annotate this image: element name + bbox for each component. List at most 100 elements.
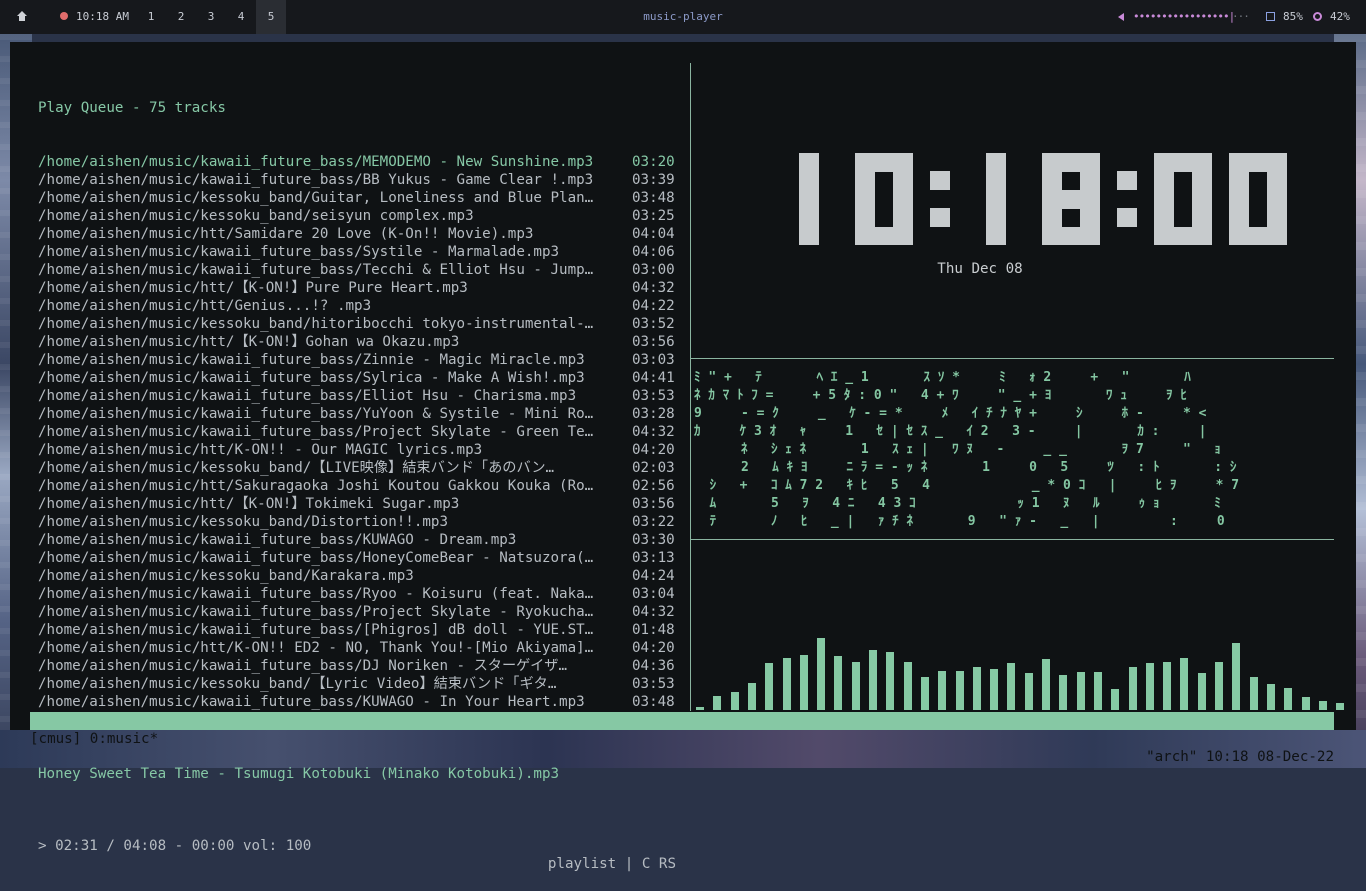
visualizer-bar: [1024, 673, 1033, 710]
track-path: /home/aishen/music/kawaii_future_bass/Pr…: [38, 424, 594, 440]
queue-row[interactable]: /home/aishen/music/kessoku_band/Karakara…: [38, 567, 693, 585]
workspace-2[interactable]: 2: [166, 0, 196, 34]
volume-slider-rest[interactable]: ···: [1232, 0, 1250, 34]
queue-row[interactable]: /home/aishen/music/kawaii_future_bass/Sy…: [38, 243, 693, 261]
visualizer-bar: [903, 662, 912, 710]
pane-divider-2[interactable]: [691, 539, 1334, 540]
queue-row[interactable]: /home/aishen/music/kawaii_future_bass/ME…: [38, 153, 693, 171]
queue-row[interactable]: /home/aishen/music/kessoku_band/Guitar, …: [38, 189, 693, 207]
track-duration: 03:48: [632, 694, 675, 710]
queue-row[interactable]: /home/aishen/music/kawaii_future_bass/[P…: [38, 621, 693, 639]
tmux-session[interactable]: [cmus] 0:music*: [30, 730, 158, 748]
queue-row[interactable]: /home/aishen/music/kessoku_band/hitoribo…: [38, 315, 693, 333]
visualizer-bar: [886, 652, 895, 710]
battery-level: 85%: [1283, 10, 1303, 23]
visualizer-bar: [990, 669, 999, 710]
track-path: /home/aishen/music/htt/【K-ON!】Gohan wa O…: [38, 334, 460, 350]
workspace-1[interactable]: 1: [136, 0, 166, 34]
visualizer-bar: [1093, 672, 1102, 710]
track-path: /home/aishen/music/kessoku_band/seisyun …: [38, 208, 474, 224]
queue-row[interactable]: /home/aishen/music/kawaii_future_bass/Ry…: [38, 585, 693, 603]
queue-row[interactable]: /home/aishen/music/kawaii_future_bass/Ho…: [38, 549, 693, 567]
track-path: /home/aishen/music/kawaii_future_bass/Te…: [38, 262, 594, 278]
track-path: /home/aishen/music/kawaii_future_bass/Sy…: [38, 244, 560, 260]
queue-row[interactable]: /home/aishen/music/kawaii_future_bass/Zi…: [38, 351, 693, 369]
queue-row[interactable]: /home/aishen/music/kawaii_future_bass/DJ…: [38, 657, 693, 675]
visualizer-bar: [1318, 701, 1327, 710]
visualizer-bar: [869, 650, 877, 710]
queue-row[interactable]: /home/aishen/music/kawaii_future_bass/Te…: [38, 261, 693, 279]
matrix-line: ﾃ ﾉ ﾋ _ | ｧ ﾁ ﾈ 9 " ｧ - _ | : 0: [694, 514, 1225, 529]
track-path: /home/aishen/music/htt/Samidare 20 Love …: [38, 226, 534, 242]
track-path: /home/aishen/music/kawaii_future_bass/KU…: [38, 694, 585, 710]
track-duration: 03:03: [632, 352, 675, 368]
track-path: /home/aishen/music/htt/【K-ON!】Tokimeki S…: [38, 496, 460, 512]
cpu-usage: 42%: [1330, 10, 1350, 23]
queue-row[interactable]: /home/aishen/music/kessoku_band/【LIVE映像】…: [38, 459, 693, 477]
workspace-4[interactable]: 4: [226, 0, 256, 34]
audio-visualizer: [694, 542, 1345, 710]
queue-row[interactable]: /home/aishen/music/kessoku_band/seisyun …: [38, 207, 693, 225]
track-duration: 04:04: [632, 226, 675, 242]
queue-row[interactable]: /home/aishen/music/kawaii_future_bass/Pr…: [38, 423, 693, 441]
visualizer-bar: [972, 667, 981, 710]
top-bar: 10:18 AM 1 2 3 4 5 music-player ••••••••…: [0, 0, 1366, 34]
queue-row[interactable]: /home/aishen/music/kawaii_future_bass/Pr…: [38, 603, 693, 621]
track-duration: 04:20: [632, 640, 675, 656]
track-path: /home/aishen/music/kawaii_future_bass/DJ…: [38, 658, 568, 674]
queue-row[interactable]: /home/aishen/music/kessoku_band/Distorti…: [38, 513, 693, 531]
visualizer-bar: [1076, 672, 1085, 710]
queue-row[interactable]: /home/aishen/music/htt/K-ON!! - Our MAGI…: [38, 441, 693, 459]
terminal-window[interactable]: Play Queue - 75 tracks /home/aishen/musi…: [10, 42, 1356, 872]
visualizer-bar: [696, 707, 704, 710]
track-path: /home/aishen/music/kawaii_future_bass/ME…: [38, 154, 594, 170]
visualizer-bar: [834, 656, 843, 710]
queue-row[interactable]: /home/aishen/music/htt/K-ON!! ED2 - NO, …: [38, 639, 693, 657]
track-path: /home/aishen/music/kawaii_future_bass/El…: [38, 388, 577, 404]
track-duration: 04:32: [632, 424, 675, 440]
track-duration: 03:53: [632, 676, 675, 692]
view-mode: playlist | C RS: [547, 856, 676, 872]
queue-row[interactable]: /home/aishen/music/kawaii_future_bass/El…: [38, 387, 693, 405]
workspace-5[interactable]: 5: [256, 0, 286, 34]
queue-row[interactable]: /home/aishen/music/htt/Samidare 20 Love …: [38, 225, 693, 243]
home-icon[interactable]: [16, 0, 32, 34]
queue-row[interactable]: /home/aishen/music/htt/【K-ON!】Tokimeki S…: [38, 495, 693, 513]
queue-row[interactable]: /home/aishen/music/htt/【K-ON!】Pure Pure …: [38, 279, 693, 297]
track-duration: 03:13: [632, 550, 675, 566]
matrix-line: 9 - = ｸ _ ｹ - = * ﾒ ｲ ﾁ ﾅ ﾔ + ｼ ﾎ - * <: [694, 406, 1207, 421]
track-path: /home/aishen/music/htt/Sakuragaoka Joshi…: [38, 478, 594, 494]
clock-label: 10:18 AM: [76, 10, 129, 23]
visualizer-bar: [851, 662, 860, 710]
visualizer-bar: [1197, 673, 1206, 710]
track-path: /home/aishen/music/kessoku_band/Distorti…: [38, 514, 448, 530]
track-path: /home/aishen/music/htt/K-ON!! ED2 - NO, …: [38, 640, 594, 656]
track-duration: 03:48: [632, 190, 675, 206]
visualizer-bar: [730, 692, 739, 710]
queue-row[interactable]: /home/aishen/music/htt/Genius...!? .mp3 0…: [38, 297, 693, 315]
track-path: /home/aishen/music/kawaii_future_bass/Yu…: [38, 406, 594, 422]
visualizer-bar: [1042, 659, 1050, 710]
cpu-icon: [1313, 12, 1322, 21]
track-path: /home/aishen/music/htt/【K-ON!】Pure Pure …: [38, 280, 468, 296]
track-path: /home/aishen/music/kawaii_future_bass/Ry…: [38, 586, 594, 602]
volume-slider[interactable]: •••••••••••••••••|: [1133, 0, 1235, 34]
visualizer-bar: [1180, 658, 1189, 710]
queue-row[interactable]: /home/aishen/music/kawaii_future_bass/Sy…: [38, 369, 693, 387]
queue-row[interactable]: /home/aishen/music/kawaii_future_bass/Yu…: [38, 405, 693, 423]
queue-row[interactable]: /home/aishen/music/kawaii_future_bass/BB…: [38, 171, 693, 189]
queue-row[interactable]: /home/aishen/music/htt/【K-ON!】Gohan wa O…: [38, 333, 693, 351]
track-path: /home/aishen/music/kawaii_future_bass/[P…: [38, 622, 594, 638]
pane-divider-1[interactable]: [691, 358, 1334, 359]
pane-divider-vertical[interactable]: [690, 63, 691, 711]
queue-row[interactable]: /home/aishen/music/kawaii_future_bass/KU…: [38, 531, 693, 549]
play-queue[interactable]: Play Queue - 75 tracks /home/aishen/musi…: [38, 63, 693, 873]
track-path: /home/aishen/music/kessoku_band/Karakara…: [38, 568, 414, 584]
workspace-3[interactable]: 3: [196, 0, 226, 34]
queue-row[interactable]: /home/aishen/music/kawaii_future_bass/KU…: [38, 693, 693, 711]
player-status: > 02:31 / 04:08 - 00:00 vol: 100 playlis…: [38, 819, 693, 872]
queue-row[interactable]: /home/aishen/music/htt/Sakuragaoka Joshi…: [38, 477, 693, 495]
clock-icon: [60, 12, 68, 20]
volume-icon[interactable]: [1118, 13, 1124, 21]
queue-row[interactable]: /home/aishen/music/kessoku_band/【Lyric V…: [38, 675, 693, 693]
